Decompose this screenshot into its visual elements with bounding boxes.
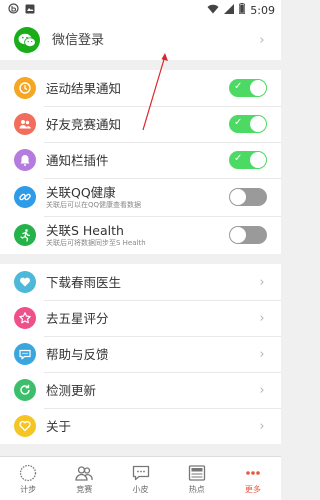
setting-label: 好友竞赛通知 [46, 116, 122, 132]
signal-icon [224, 3, 235, 17]
bottom-tab-bar: 计步 竞赛 小皮 热点 更多 [0, 456, 281, 500]
chevron-right-icon: › [259, 346, 265, 362]
setting-row-notification-widget[interactable]: 通知栏插件 ✓ [0, 142, 281, 178]
setting-label: 运动结果通知 [46, 80, 122, 96]
star-icon [14, 307, 36, 329]
wechat-section: 微信登录 › [0, 20, 281, 60]
refresh-icon [14, 379, 36, 401]
s-health-toggle[interactable] [229, 226, 267, 244]
sport-result-toggle[interactable]: ✓ [229, 79, 267, 97]
menu-row-help[interactable]: 帮助与反馈 › [0, 336, 281, 372]
tab-competition[interactable]: 竞赛 [56, 457, 112, 500]
setting-row-friend-race[interactable]: 好友竞赛通知 ✓ [0, 106, 281, 142]
notification-settings: 运动结果通知 ✓ 好友竞赛通知 ✓ 通知栏插件 ✓ 关联QQ健康 关联后可以在Q… [0, 70, 281, 254]
friends-icon [14, 113, 36, 135]
chevron-right-icon: › [259, 382, 265, 398]
tab-label: 小皮 [132, 484, 149, 494]
tab-label: 热点 [188, 484, 205, 494]
setting-label: 关联QQ健康 [46, 184, 116, 200]
setting-label: 通知栏插件 [46, 152, 109, 168]
clock-icon [14, 77, 36, 99]
link-icon [14, 186, 36, 208]
friend-race-toggle[interactable]: ✓ [229, 115, 267, 133]
wechat-login-row[interactable]: 微信登录 › [0, 20, 281, 60]
people-icon [75, 465, 93, 481]
setting-description: 关联后可将数据同步至S Health [46, 238, 146, 247]
runner-icon [14, 224, 36, 246]
heart-outline-icon [14, 415, 36, 437]
heart-icon [14, 271, 36, 293]
notification-widget-toggle[interactable]: ✓ [229, 151, 267, 169]
tab-label: 计步 [20, 484, 37, 494]
setting-label: 关联S Health [46, 222, 124, 238]
app-notification-icon [8, 3, 19, 17]
chevron-right-icon: › [259, 418, 265, 434]
bell-icon [14, 149, 36, 171]
chevron-right-icon: › [259, 274, 265, 290]
menu-row-update[interactable]: 检测更新 › [0, 372, 281, 408]
menu-label: 去五星评分 [46, 310, 109, 326]
chevron-right-icon: › [259, 310, 265, 326]
news-icon [188, 464, 205, 481]
setting-row-sport-result[interactable]: 运动结果通知 ✓ [0, 70, 281, 106]
step-ring-icon [19, 464, 37, 481]
menu-label: 帮助与反馈 [46, 346, 109, 362]
battery-icon [239, 3, 246, 17]
tab-step-counter[interactable]: 计步 [0, 457, 56, 500]
chat-bubble-icon [132, 465, 149, 480]
wechat-login-label: 微信登录 [52, 32, 105, 48]
status-bar: 5:09 [0, 0, 281, 20]
menu-row-rate[interactable]: 去五星评分 › [0, 300, 281, 336]
chat-icon [14, 343, 36, 365]
tab-more[interactable]: 更多 [225, 457, 281, 500]
tab-xiaopi[interactable]: 小皮 [112, 457, 168, 500]
tab-label: 更多 [244, 484, 261, 494]
menu-label: 关于 [46, 418, 72, 434]
qq-health-toggle[interactable] [229, 188, 267, 206]
misc-menu: 下载春雨医生 › 去五星评分 › 帮助与反馈 › 检测更新 › 关于 › [0, 264, 281, 444]
menu-row-about[interactable]: 关于 › [0, 408, 281, 444]
menu-label: 下载春雨医生 [46, 274, 122, 290]
menu-label: 检测更新 [46, 382, 97, 398]
tab-hot-news[interactable]: 热点 [169, 457, 225, 500]
menu-row-download[interactable]: 下载春雨医生 › [0, 264, 281, 300]
setting-row-s-health[interactable]: 关联S Health 关联后可将数据同步至S Health [0, 216, 281, 254]
tab-label: 竞赛 [76, 484, 93, 494]
more-dots-icon [246, 470, 260, 475]
photo-notification-icon [25, 4, 35, 17]
setting-row-qq-health[interactable]: 关联QQ健康 关联后可以在QQ健康查看数据 [0, 178, 281, 216]
clock-time: 5:09 [250, 3, 275, 17]
setting-description: 关联后可以在QQ健康查看数据 [46, 200, 142, 209]
wechat-icon [14, 27, 40, 53]
wifi-icon [207, 4, 219, 17]
chevron-right-icon: › [259, 32, 265, 48]
